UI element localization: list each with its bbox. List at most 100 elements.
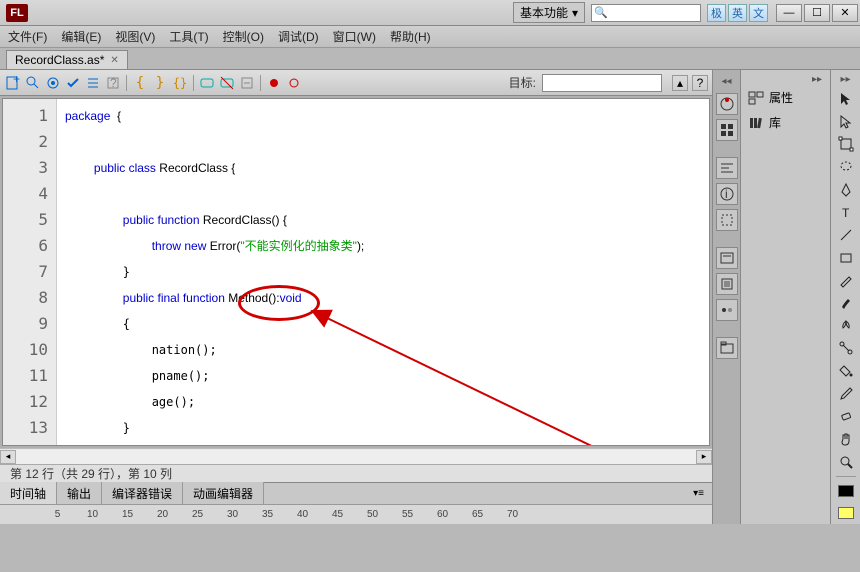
tools-panel: ▸▸ T [830, 70, 860, 524]
code-hint-icon[interactable]: ? [104, 74, 122, 92]
language-indicator: 极 英 文 [707, 4, 768, 22]
stroke-color-swatch[interactable] [834, 480, 858, 502]
tab-output[interactable]: 输出 [57, 482, 102, 505]
chevron-down-icon: ▾ [572, 6, 578, 20]
align-panel-icon[interactable] [716, 157, 738, 179]
motion-presets-icon[interactable] [716, 299, 738, 321]
code-editor[interactable]: 123 456 789 101112 131415 package { publ… [2, 98, 710, 446]
tab-timeline[interactable]: 时间轴 [0, 482, 57, 505]
document-tabbar: RecordClass.as* ✕ [0, 48, 860, 70]
pencil-tool-icon[interactable] [834, 270, 858, 292]
text-tool-icon[interactable]: T [834, 201, 858, 223]
project-panel-icon[interactable] [716, 337, 738, 359]
fill-color-swatch[interactable] [834, 502, 858, 524]
menu-file[interactable]: 文件(F) [8, 28, 47, 45]
tab-label: RecordClass.as* [15, 53, 104, 67]
breakpoint-icon[interactable] [285, 74, 303, 92]
toolbar-nav-up-icon[interactable]: ▴ [672, 75, 688, 91]
workspace-dropdown[interactable]: 基本功能 ▾ [513, 2, 585, 23]
info-panel-icon[interactable]: i [716, 183, 738, 205]
menu-edit[interactable]: 编辑(E) [61, 28, 101, 45]
collapse-icon[interactable] [238, 74, 256, 92]
titlebar: FL 基本功能 ▾ 🔍 极 英 文 — ☐ ✕ [0, 0, 860, 26]
menu-window[interactable]: 窗口(W) [333, 28, 376, 45]
uncomment-icon[interactable] [218, 74, 236, 92]
library-icon [747, 115, 765, 131]
menubar: 文件(F) 编辑(E) 视图(V) 工具(T) 控制(O) 调试(D) 窗口(W… [0, 26, 860, 48]
properties-icon [747, 90, 765, 106]
eraser-tool-icon[interactable] [834, 406, 858, 428]
menu-debug[interactable]: 调试(D) [278, 28, 319, 45]
properties-label: 属性 [769, 89, 793, 106]
target-dropdown[interactable] [542, 74, 662, 92]
rectangle-tool-icon[interactable] [834, 247, 858, 269]
horizontal-scrollbar[interactable]: ◂ ▸ [0, 448, 712, 464]
free-transform-tool-icon[interactable] [834, 133, 858, 155]
tab-close-icon[interactable]: ✕ [110, 55, 118, 66]
eyedropper-tool-icon[interactable] [834, 383, 858, 405]
deco-tool-icon[interactable] [834, 315, 858, 337]
right-panel: ▸▸ 属性 库 [740, 70, 830, 524]
paint-bucket-tool-icon[interactable] [834, 360, 858, 382]
properties-panel-button[interactable]: 属性 [745, 85, 826, 110]
hand-tool-icon[interactable] [834, 428, 858, 450]
scroll-left-icon[interactable]: ◂ [0, 450, 16, 464]
editor-toolbar: + ? { } {} 目标: ▴ ? [0, 70, 712, 96]
line-gutter: 123 456 789 101112 131415 [3, 99, 57, 445]
search-icon: 🔍 [594, 6, 608, 19]
scroll-right-icon[interactable]: ▸ [696, 450, 712, 464]
lasso-tool-icon[interactable] [834, 156, 858, 178]
auto-format-icon[interactable] [84, 74, 102, 92]
brace-close-icon[interactable]: } [151, 74, 169, 92]
collapse-right-panel-icon[interactable]: ▸▸ [745, 74, 826, 85]
maximize-button[interactable]: ☐ [804, 4, 830, 22]
color-panel-icon[interactable] [716, 93, 738, 115]
swatches-panel-icon[interactable] [716, 119, 738, 141]
svg-text:+: + [13, 75, 20, 86]
menu-view[interactable]: 视图(V) [115, 28, 155, 45]
expand-panels-icon[interactable]: ◂◂ [721, 76, 731, 87]
timeline-ruler[interactable]: 510 1520 2530 3540 4550 5560 6570 [0, 504, 712, 524]
add-script-icon[interactable]: + [4, 74, 22, 92]
brush-tool-icon[interactable] [834, 292, 858, 314]
cursor-position: 第 12 行（共 29 行），第 10 列 [10, 465, 172, 482]
search-input[interactable]: 🔍 [591, 4, 701, 22]
svg-text:i: i [725, 187, 728, 201]
target-path-icon[interactable] [44, 74, 62, 92]
library-label: 库 [769, 114, 781, 131]
debug-icon[interactable] [265, 74, 283, 92]
brace-match-icon[interactable]: {} [171, 74, 189, 92]
collapse-tools-icon[interactable]: ▸▸ [840, 74, 850, 85]
minimize-button[interactable]: — [776, 4, 802, 22]
menu-tools[interactable]: 工具(T) [169, 28, 208, 45]
code-content[interactable]: package { public class RecordClass { pub… [57, 99, 709, 445]
close-button[interactable]: ✕ [832, 4, 858, 22]
svg-text:T: T [842, 206, 850, 220]
tab-motion-editor[interactable]: 动画编辑器 [183, 482, 264, 505]
brace-open-icon[interactable]: { [131, 74, 149, 92]
comment-icon[interactable] [198, 74, 216, 92]
collapsed-panel-strip: ◂◂ i [712, 70, 740, 524]
bottom-panel-tabs: 时间轴 输出 编译器错误 动画编辑器 ▾≡ [0, 482, 712, 504]
components-panel-icon[interactable] [716, 273, 738, 295]
pen-tool-icon[interactable] [834, 179, 858, 201]
line-tool-icon[interactable] [834, 224, 858, 246]
workspace-label: 基本功能 [520, 4, 568, 21]
target-label: 目标: [509, 74, 536, 91]
subselection-tool-icon[interactable] [834, 111, 858, 133]
transform-panel-icon[interactable] [716, 209, 738, 231]
bone-tool-icon[interactable] [834, 338, 858, 360]
zoom-tool-icon[interactable] [834, 451, 858, 473]
menu-control[interactable]: 控制(O) [223, 28, 264, 45]
toolbar-help-icon[interactable]: ? [692, 75, 708, 91]
check-syntax-icon[interactable] [64, 74, 82, 92]
selection-tool-icon[interactable] [834, 88, 858, 110]
panel-menu-icon[interactable]: ▾≡ [685, 488, 712, 499]
code-snippets-icon[interactable] [716, 247, 738, 269]
menu-help[interactable]: 帮助(H) [390, 28, 431, 45]
document-tab[interactable]: RecordClass.as* ✕ [6, 50, 128, 69]
app-logo: FL [6, 4, 28, 22]
find-icon[interactable] [24, 74, 42, 92]
tab-compiler-errors[interactable]: 编译器错误 [102, 482, 183, 505]
library-panel-button[interactable]: 库 [745, 110, 826, 135]
